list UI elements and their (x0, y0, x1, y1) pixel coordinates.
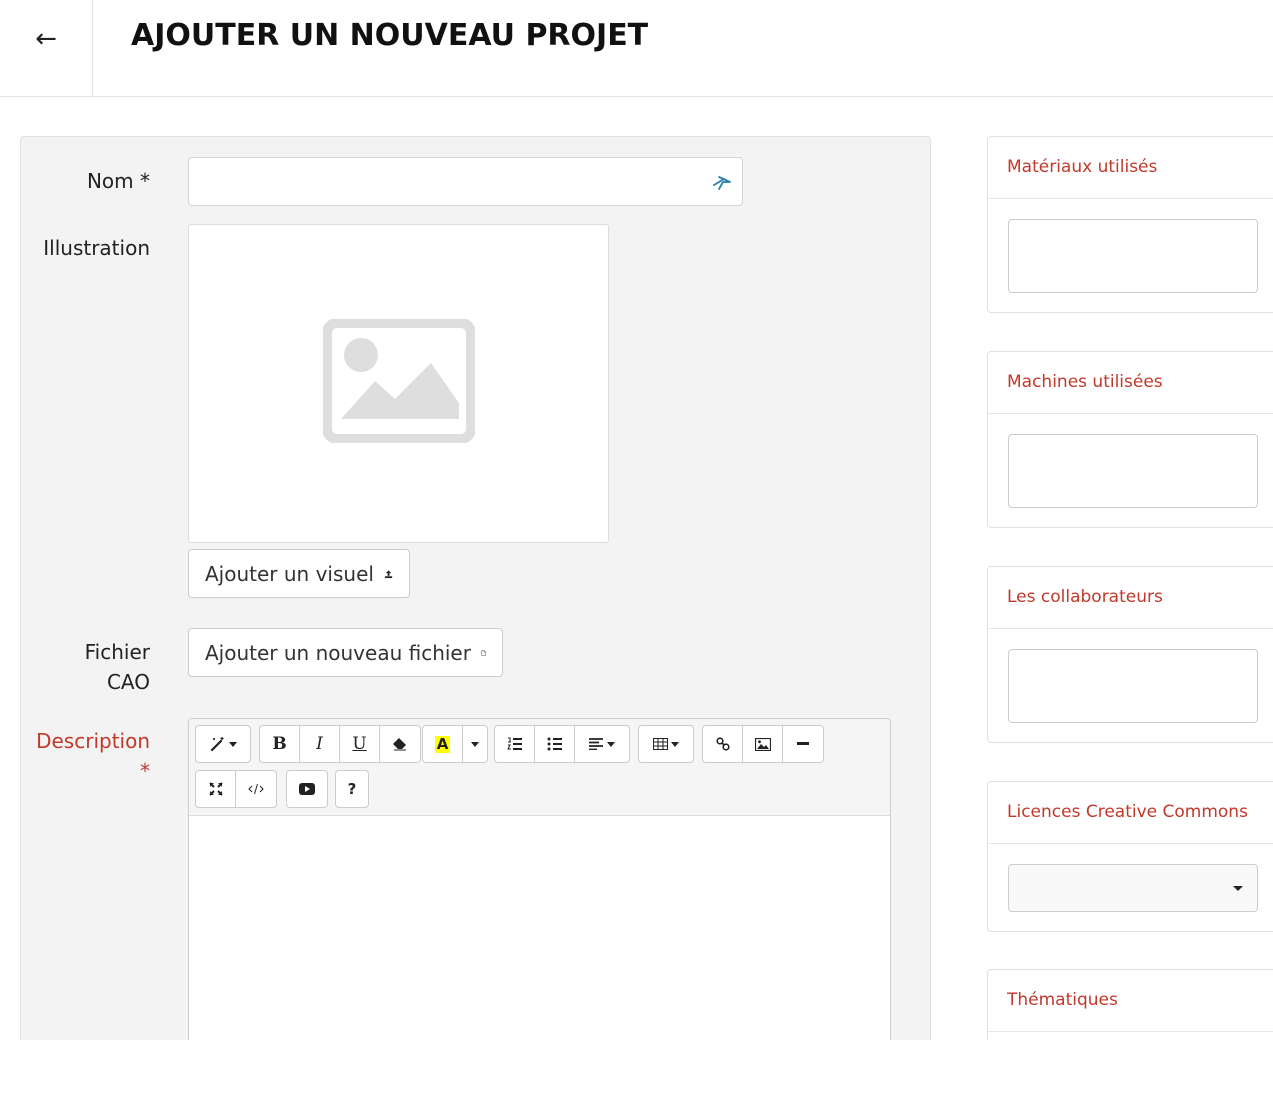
table-button[interactable] (639, 726, 693, 762)
video-button[interactable] (287, 771, 327, 807)
image-placeholder-icon (323, 319, 475, 443)
themes-card: Thématiques (987, 969, 1273, 1040)
collaborators-card: Les collaborateurs (987, 566, 1273, 743)
video-group (286, 770, 328, 808)
font-style-group: B I U (259, 725, 421, 763)
highlight-a-icon: A (434, 734, 451, 753)
licences-title: Licences Creative Commons (988, 782, 1273, 844)
project-form: Nom * Illustration Ajouter un visuel Fic… (20, 136, 931, 1040)
themes-title: Thématiques (988, 970, 1273, 1032)
add-visual-label: Ajouter un visuel (205, 561, 374, 586)
rich-text-editor: B I U A ? (188, 718, 891, 1040)
ordered-list-button[interactable] (495, 726, 535, 762)
file-icon (481, 649, 486, 656)
eraser-icon (393, 738, 406, 751)
cao-file-label: Fichier CAO (85, 637, 150, 697)
fullscreen-button[interactable] (196, 771, 236, 807)
expand-icon (208, 782, 223, 796)
materials-input[interactable] (1008, 219, 1258, 293)
machines-card: Machines utilisées (987, 351, 1273, 528)
editor-content-area[interactable] (189, 817, 890, 1040)
minus-icon (797, 742, 809, 745)
add-file-button[interactable]: Ajouter un nouveau fichier (188, 628, 503, 677)
underline-button[interactable]: U (340, 726, 380, 762)
unordered-list-icon (547, 737, 562, 751)
description-label-text: Description (36, 729, 150, 753)
ordered-list-icon (506, 737, 522, 750)
materials-title: Matériaux utilisés (988, 137, 1273, 199)
paragraph-align-button[interactable] (575, 726, 629, 762)
materials-card: Matériaux utilisés (987, 136, 1273, 313)
nom-label: Nom * (86, 169, 150, 193)
code-icon (248, 783, 264, 795)
list-group (494, 725, 630, 763)
horizontal-rule-button[interactable] (783, 726, 823, 762)
style-group (195, 725, 251, 763)
style-button[interactable] (196, 726, 250, 762)
page-header: ← AJOUTER UN NOUVEAU PROJET (0, 0, 1273, 97)
chevron-down-icon (228, 741, 237, 747)
illustration-preview (188, 224, 609, 543)
add-visual-button[interactable]: Ajouter un visuel (188, 549, 410, 598)
video-icon (299, 783, 315, 795)
licences-card: Licences Creative Commons (987, 781, 1273, 932)
code-view-button[interactable] (236, 771, 276, 807)
align-left-icon (589, 738, 603, 750)
link-button[interactable] (703, 726, 743, 762)
upload-icon (384, 569, 393, 578)
illustration-label: Illustration (43, 236, 150, 260)
cao-label-line1: Fichier (84, 640, 150, 664)
licence-select[interactable] (1008, 864, 1258, 912)
add-file-label: Ajouter un nouveau fichier (205, 640, 471, 665)
bold-button[interactable]: B (260, 726, 300, 762)
page-title: AJOUTER UN NOUVEAU PROJET (131, 18, 649, 53)
table-group (638, 725, 694, 763)
picture-button[interactable] (743, 726, 783, 762)
machines-input[interactable] (1008, 434, 1258, 508)
nom-input[interactable] (188, 157, 743, 206)
table-icon (653, 738, 668, 750)
help-button[interactable]: ? (336, 771, 368, 807)
view-group (195, 770, 277, 808)
required-asterisk: * (140, 759, 150, 783)
chevron-down-icon (471, 741, 479, 747)
help-group: ? (335, 770, 369, 808)
picture-icon (754, 737, 771, 751)
clear-format-button[interactable] (380, 726, 420, 762)
chevron-down-icon (671, 741, 679, 747)
editor-toolbar: B I U A ? (189, 719, 890, 816)
highlight-dropdown-button[interactable] (463, 726, 487, 762)
machines-title: Machines utilisées (988, 352, 1273, 414)
insert-group (702, 725, 824, 763)
chevron-down-icon (1233, 886, 1243, 891)
unordered-list-button[interactable] (535, 726, 575, 762)
arrow-left-icon: ← (35, 23, 57, 54)
chevron-down-icon (607, 741, 615, 747)
back-button[interactable]: ← (0, 0, 93, 97)
highlight-button[interactable]: A (423, 726, 463, 762)
cao-label-line2: CAO (106, 670, 150, 694)
italic-button[interactable]: I (300, 726, 340, 762)
link-icon (715, 737, 730, 751)
description-label: Description * (36, 726, 150, 786)
collaborators-input[interactable] (1008, 649, 1258, 723)
collaborators-title: Les collaborateurs (988, 567, 1273, 629)
magic-wand-icon (210, 737, 223, 752)
color-group: A (422, 725, 488, 763)
autofill-pin-icon (713, 176, 731, 190)
